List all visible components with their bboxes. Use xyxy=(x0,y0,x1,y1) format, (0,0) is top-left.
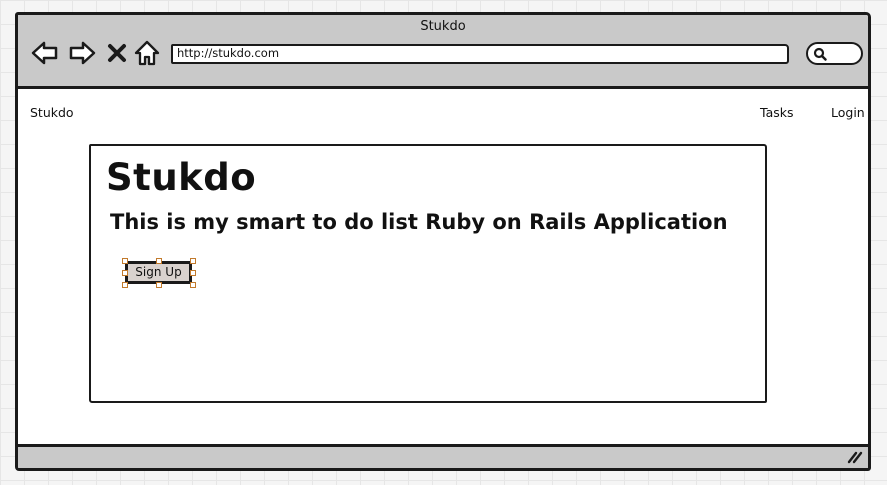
address-bar[interactable]: http://stukdo.com xyxy=(171,44,789,64)
window-title: Stukdo xyxy=(420,19,466,34)
search-icon xyxy=(813,47,827,61)
resize-grip-icon[interactable] xyxy=(847,450,863,464)
home-icon[interactable] xyxy=(133,40,161,66)
site-navbar: Stukdo Tasks Login xyxy=(18,105,868,125)
hero-title: Stukdo xyxy=(106,156,257,199)
forward-arrow-icon[interactable] xyxy=(68,40,96,66)
nav-link-tasks[interactable]: Tasks xyxy=(760,105,794,120)
signup-button[interactable]: Sign Up xyxy=(125,261,192,284)
nav-link-login[interactable]: Login xyxy=(831,105,865,120)
stop-icon[interactable] xyxy=(106,40,128,66)
hero-subtitle: This is my smart to do list Ruby on Rail… xyxy=(110,210,728,234)
signup-selection: Sign Up xyxy=(122,258,196,288)
site-brand[interactable]: Stukdo xyxy=(30,105,74,120)
selection-handle xyxy=(122,258,128,264)
hero-panel: Stukdo This is my smart to do list Ruby … xyxy=(89,144,767,403)
selection-handle xyxy=(122,270,128,276)
selection-handle xyxy=(156,282,162,288)
browser-toolbar: Stukdo http://stukdo.com xyxy=(18,15,868,89)
selection-handle xyxy=(190,282,196,288)
browser-window: Stukdo http://stukdo.com Stukdo Tasks Lo… xyxy=(15,12,871,471)
selection-handle xyxy=(156,258,162,264)
selection-handle xyxy=(122,282,128,288)
search-box[interactable] xyxy=(806,42,863,65)
status-bar xyxy=(18,444,868,468)
selection-handle xyxy=(190,270,196,276)
back-arrow-icon[interactable] xyxy=(31,40,59,66)
selection-handle xyxy=(190,258,196,264)
